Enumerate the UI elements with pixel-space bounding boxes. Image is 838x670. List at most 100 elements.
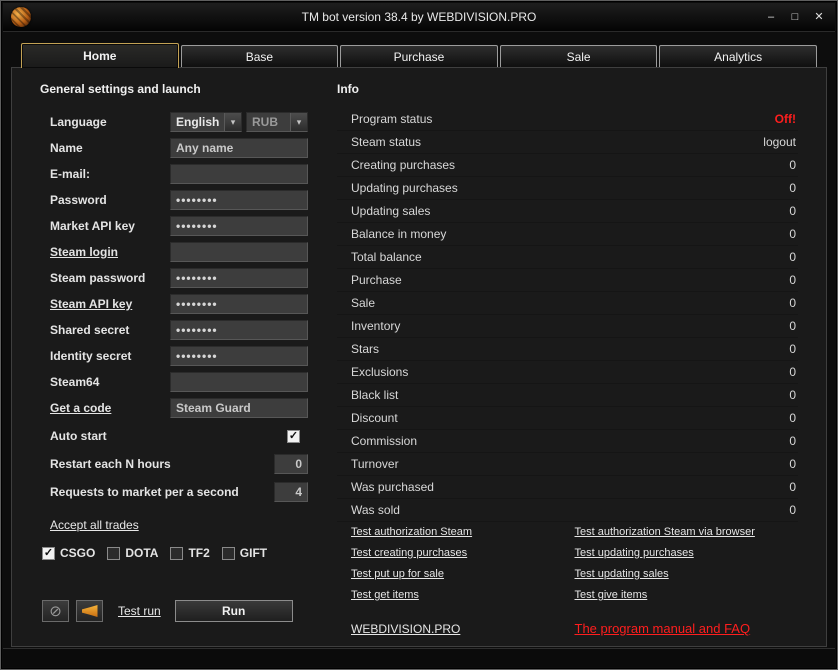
game-label: GIFT [239, 546, 268, 560]
steam-password-input[interactable] [170, 268, 308, 288]
info-row: Turnover 0 [337, 453, 798, 476]
test-link[interactable]: Test updating purchases [575, 547, 799, 559]
market-api-key-input[interactable] [170, 216, 308, 236]
horn-button[interactable] [76, 600, 103, 622]
get-a-code-label[interactable]: Get a code [30, 401, 170, 415]
identity-secret-input[interactable] [170, 346, 308, 366]
info-value: Off! [774, 112, 796, 126]
info-row: Black list 0 [337, 384, 798, 407]
chevron-down-icon[interactable]: ▾ [290, 113, 307, 131]
restart-input[interactable] [274, 454, 308, 474]
no-sign-icon: ⊘ [49, 602, 62, 620]
currency-value: RUB [252, 115, 278, 129]
game-label: DOTA [125, 546, 159, 560]
minimize-button[interactable]: – [761, 8, 781, 26]
steam-api-key-input[interactable] [170, 294, 308, 314]
game-tf2: TF2 [170, 546, 210, 560]
steam-login-label[interactable]: Steam login [30, 245, 170, 259]
test-link[interactable]: Test give items [575, 589, 799, 601]
test-link[interactable]: Test authorization Steam via browser [575, 526, 799, 538]
chevron-down-icon[interactable]: ▾ [224, 113, 241, 131]
form-row: Steam API key [30, 294, 308, 314]
info-label: Stars [351, 342, 380, 356]
info-value: 0 [789, 342, 796, 356]
accept-all-trades-link[interactable]: Accept all trades [50, 518, 139, 532]
window-controls: – □ ✕ [761, 3, 829, 31]
info-rows: Program status Off! Steam status logout Crea… [337, 108, 798, 522]
manual-faq-link[interactable]: The program manual and FAQ [575, 621, 799, 636]
info-value: 0 [789, 480, 796, 494]
gift-checkbox[interactable] [221, 546, 235, 560]
info-row: Inventory 0 [337, 315, 798, 338]
steam-api-key-label[interactable]: Steam API key [30, 297, 170, 311]
form-row: Steam password [30, 268, 308, 288]
info-row: Exclusions 0 [337, 361, 798, 384]
info-footer: WEBDIVISION.PRO The program manual and F… [337, 621, 798, 636]
info-label: Was sold [351, 503, 400, 517]
form-row: Name [30, 138, 308, 158]
info-value: 0 [789, 503, 796, 517]
game-csgo: ✓ CSGO [42, 546, 95, 560]
game-dota: DOTA [107, 546, 158, 560]
info-label: Exclusions [351, 365, 409, 379]
test-link[interactable]: Test put up for sale [351, 568, 575, 580]
horn-icon [81, 605, 98, 617]
info-row: Was purchased 0 [337, 476, 798, 499]
form-row: Steam login [30, 242, 308, 262]
steam-password-label: Steam password [50, 271, 146, 285]
info-row: Program status Off! [337, 108, 798, 131]
auto-start-checkbox[interactable]: ✓ [287, 429, 300, 443]
info-label: Program status [351, 112, 433, 126]
info-label: Updating sales [351, 204, 431, 218]
test-link[interactable]: Test authorization Steam [351, 526, 575, 538]
settings-fields: Name E-mail: Password Market API key Steam l… [30, 138, 308, 418]
language-row: Language English ▾ RUB ▾ [30, 112, 308, 132]
info-value: 0 [789, 158, 796, 172]
language-label: Language [50, 115, 107, 129]
shared-secret-label: Shared secret [50, 323, 130, 337]
email-input[interactable] [170, 164, 308, 184]
info-row: Was sold 0 [337, 499, 798, 522]
dota-checkbox[interactable] [107, 546, 121, 560]
close-button[interactable]: ✕ [809, 8, 829, 26]
info-value: 0 [789, 319, 796, 333]
requests-input[interactable] [274, 482, 308, 502]
check-icon: ✓ [43, 546, 54, 559]
app-window: TM bot version 38.4 by WEBDIVISION.PRO –… [0, 0, 838, 670]
test-run-link[interactable]: Test run [118, 604, 161, 618]
steam-login-input[interactable] [170, 242, 308, 262]
game-gift: GIFT [221, 546, 268, 560]
language-select[interactable]: English ▾ [170, 112, 242, 132]
info-label: Black list [351, 388, 399, 402]
auto-start-label: Auto start [50, 429, 107, 443]
test-link[interactable]: Test creating purchases [351, 547, 575, 559]
test-link[interactable]: Test get items [351, 589, 575, 601]
tab-analytics[interactable]: Analytics [659, 45, 817, 67]
info-row: Commission 0 [337, 430, 798, 453]
get-a-code-input[interactable] [170, 398, 308, 418]
shared-secret-input[interactable] [170, 320, 308, 340]
tab-purchase[interactable]: Purchase [340, 45, 498, 67]
tab-sale[interactable]: Sale [499, 45, 658, 67]
password-label: Password [50, 193, 107, 207]
webdivision-link[interactable]: WEBDIVISION.PRO [351, 622, 575, 636]
currency-select[interactable]: RUB ▾ [246, 112, 308, 132]
password-input[interactable] [170, 190, 308, 210]
tab-home[interactable]: Home [21, 43, 179, 68]
tab-base[interactable]: Base [180, 45, 339, 67]
run-button[interactable]: Run [174, 600, 293, 622]
steam64-input[interactable] [170, 372, 308, 392]
maximize-button[interactable]: □ [785, 8, 805, 26]
info-row: Sale 0 [337, 292, 798, 315]
csgo-checkbox[interactable]: ✓ [42, 546, 55, 560]
disconnect-button[interactable]: ⊘ [42, 600, 69, 622]
info-row: Steam status logout [337, 131, 798, 154]
info-label: Inventory [351, 319, 401, 333]
test-link[interactable]: Test updating sales [575, 568, 799, 580]
info-label: Turnover [351, 457, 399, 471]
info-row: Purchase 0 [337, 269, 798, 292]
name-input[interactable] [170, 138, 308, 158]
tf2-checkbox[interactable] [170, 546, 184, 560]
window-title: TM bot version 38.4 by WEBDIVISION.PRO [301, 10, 537, 24]
info-label: Updating purchases [351, 181, 458, 195]
